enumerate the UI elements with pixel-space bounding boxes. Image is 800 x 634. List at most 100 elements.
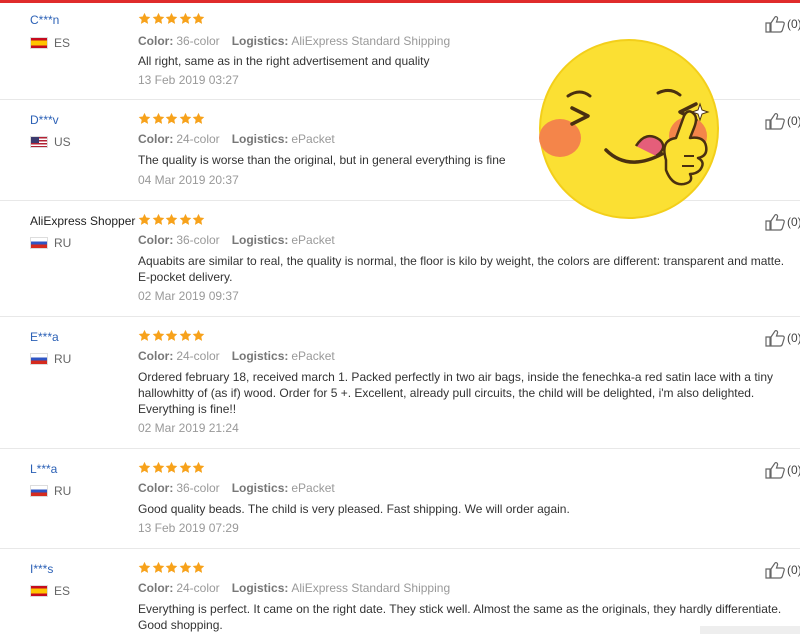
flag-us-icon (30, 136, 48, 148)
star-icon (179, 561, 191, 573)
reviewer-country: US (30, 135, 71, 149)
reviewer-name[interactable]: D***v (30, 113, 59, 127)
star-icon (152, 112, 164, 124)
star-icon (138, 213, 151, 225)
country-code: ES (54, 584, 71, 598)
star-icon (192, 561, 205, 573)
reviewer-name[interactable]: E***a (30, 330, 59, 344)
review-text: Ordered february 18, received march 1. P… (138, 370, 773, 416)
review-text: Everything is perfect. It came on the ri… (138, 602, 782, 632)
star-rating (138, 329, 206, 342)
thumbs-up-icon (765, 462, 785, 479)
color-value: 24-color (176, 349, 220, 363)
color-value: 36-color (176, 481, 220, 495)
review-meta: Color: 24-color Logistics: ePacket (138, 349, 335, 363)
color-label: Color: (138, 34, 174, 48)
review-meta: Color: 36-color Logistics: AliExpress Stand… (138, 34, 450, 48)
color-value: 24-color (176, 581, 220, 595)
helpful-count: (0) (787, 17, 800, 31)
star-icon (179, 112, 191, 124)
reviewer-name[interactable]: AliExpress Shopper (30, 214, 135, 228)
flag-es-icon (30, 37, 48, 49)
review-item: I***s ES Color: 24-color Logistics: AliExpr… (0, 549, 800, 634)
reviewer-country: ES (30, 36, 70, 50)
review-meta: Color: 36-color Logistics: ePacket (138, 481, 335, 495)
star-icon (179, 329, 191, 341)
star-icon (165, 561, 178, 573)
logistics-value: AliExpress Standard Shipping (291, 34, 451, 48)
reviewer-country: ES (30, 584, 70, 598)
helpful-count: (0) (787, 215, 800, 229)
country-code: RU (54, 236, 72, 250)
color-value: 24-color (176, 132, 220, 146)
reviewer-name[interactable]: C***n (30, 13, 59, 27)
logistics-label: Logistics: (231, 481, 289, 495)
color-label: Color: (138, 132, 174, 146)
star-rating (138, 461, 206, 474)
star-icon (192, 329, 205, 341)
star-icon (192, 112, 205, 124)
helpful-count: (0) (787, 114, 800, 128)
color-value: 36-color (176, 233, 220, 247)
country-code: US (54, 135, 71, 149)
thumbs-up-icon (765, 214, 785, 231)
reviewer-country: RU (30, 352, 71, 366)
review-meta: Color: 24-color Logistics: AliExpress Stand… (138, 581, 450, 595)
logistics-label: Logistics: (231, 233, 289, 247)
review-date: 13 Feb 2019 07:29 (138, 521, 239, 535)
logistics-value: ePacket (291, 132, 335, 146)
helpful-button[interactable]: (0) (765, 329, 800, 347)
review-text: Good quality beads. The child is very pl… (138, 502, 570, 516)
country-code: RU (54, 484, 72, 498)
star-rating (138, 213, 206, 226)
flag-ru-icon (30, 353, 48, 365)
helpful-count: (0) (787, 331, 800, 345)
logistics-value: ePacket (291, 481, 335, 495)
review-date: 02 Mar 2019 21:24 (138, 421, 239, 435)
flag-ru-icon (30, 237, 48, 249)
star-icon (152, 561, 164, 573)
star-icon (165, 329, 178, 341)
star-icon (165, 112, 178, 124)
reviewer-name[interactable]: L***a (30, 462, 57, 476)
helpful-count: (0) (787, 563, 800, 577)
helpful-button[interactable]: (0) (765, 15, 800, 33)
review-meta: Color: 24-color Logistics: ePacket (138, 132, 335, 146)
review-item: E***a RU Color: 24-color Logistics: ePacket… (0, 317, 800, 449)
review-date: 04 Mar 2019 20:37 (138, 173, 239, 187)
country-code: RU (54, 352, 72, 366)
star-rating (138, 12, 206, 25)
review-text: Aquabits are similar to real, the qualit… (138, 254, 785, 284)
logistics-label: Logistics: (231, 581, 289, 595)
thumbs-up-icon (765, 562, 785, 579)
helpful-button[interactable]: (0) (765, 561, 800, 579)
logistics-label: Logistics: (231, 34, 289, 48)
helpful-button[interactable]: (0) (765, 461, 800, 479)
star-icon (138, 12, 151, 24)
color-label: Color: (138, 233, 174, 247)
star-icon (192, 461, 205, 473)
helpful-button[interactable]: (0) (765, 112, 800, 130)
star-icon (138, 329, 151, 341)
star-icon (165, 461, 178, 473)
flag-es-icon (30, 585, 48, 597)
star-icon (179, 461, 191, 473)
thumbs-up-icon (765, 113, 785, 130)
star-icon (152, 329, 164, 341)
color-value: 36-color (176, 34, 220, 48)
review-item: L***a RU Color: 36-color Logistics: ePacket… (0, 449, 800, 549)
logistics-label: Logistics: (231, 349, 289, 363)
star-icon (192, 213, 205, 225)
color-label: Color: (138, 349, 174, 363)
logistics-value: ePacket (291, 233, 335, 247)
flag-ru-icon (30, 485, 48, 497)
reviewer-name[interactable]: I***s (30, 562, 53, 576)
bottom-gray-bar (700, 626, 800, 634)
reviewer-country: RU (30, 236, 71, 250)
star-icon (192, 12, 205, 24)
thumbs-up-icon (765, 330, 785, 347)
star-icon (152, 12, 164, 24)
helpful-button[interactable]: (0) (765, 213, 800, 231)
logistics-value: AliExpress Standard Shipping (291, 581, 451, 595)
review-date: 02 Mar 2019 09:37 (138, 289, 239, 303)
